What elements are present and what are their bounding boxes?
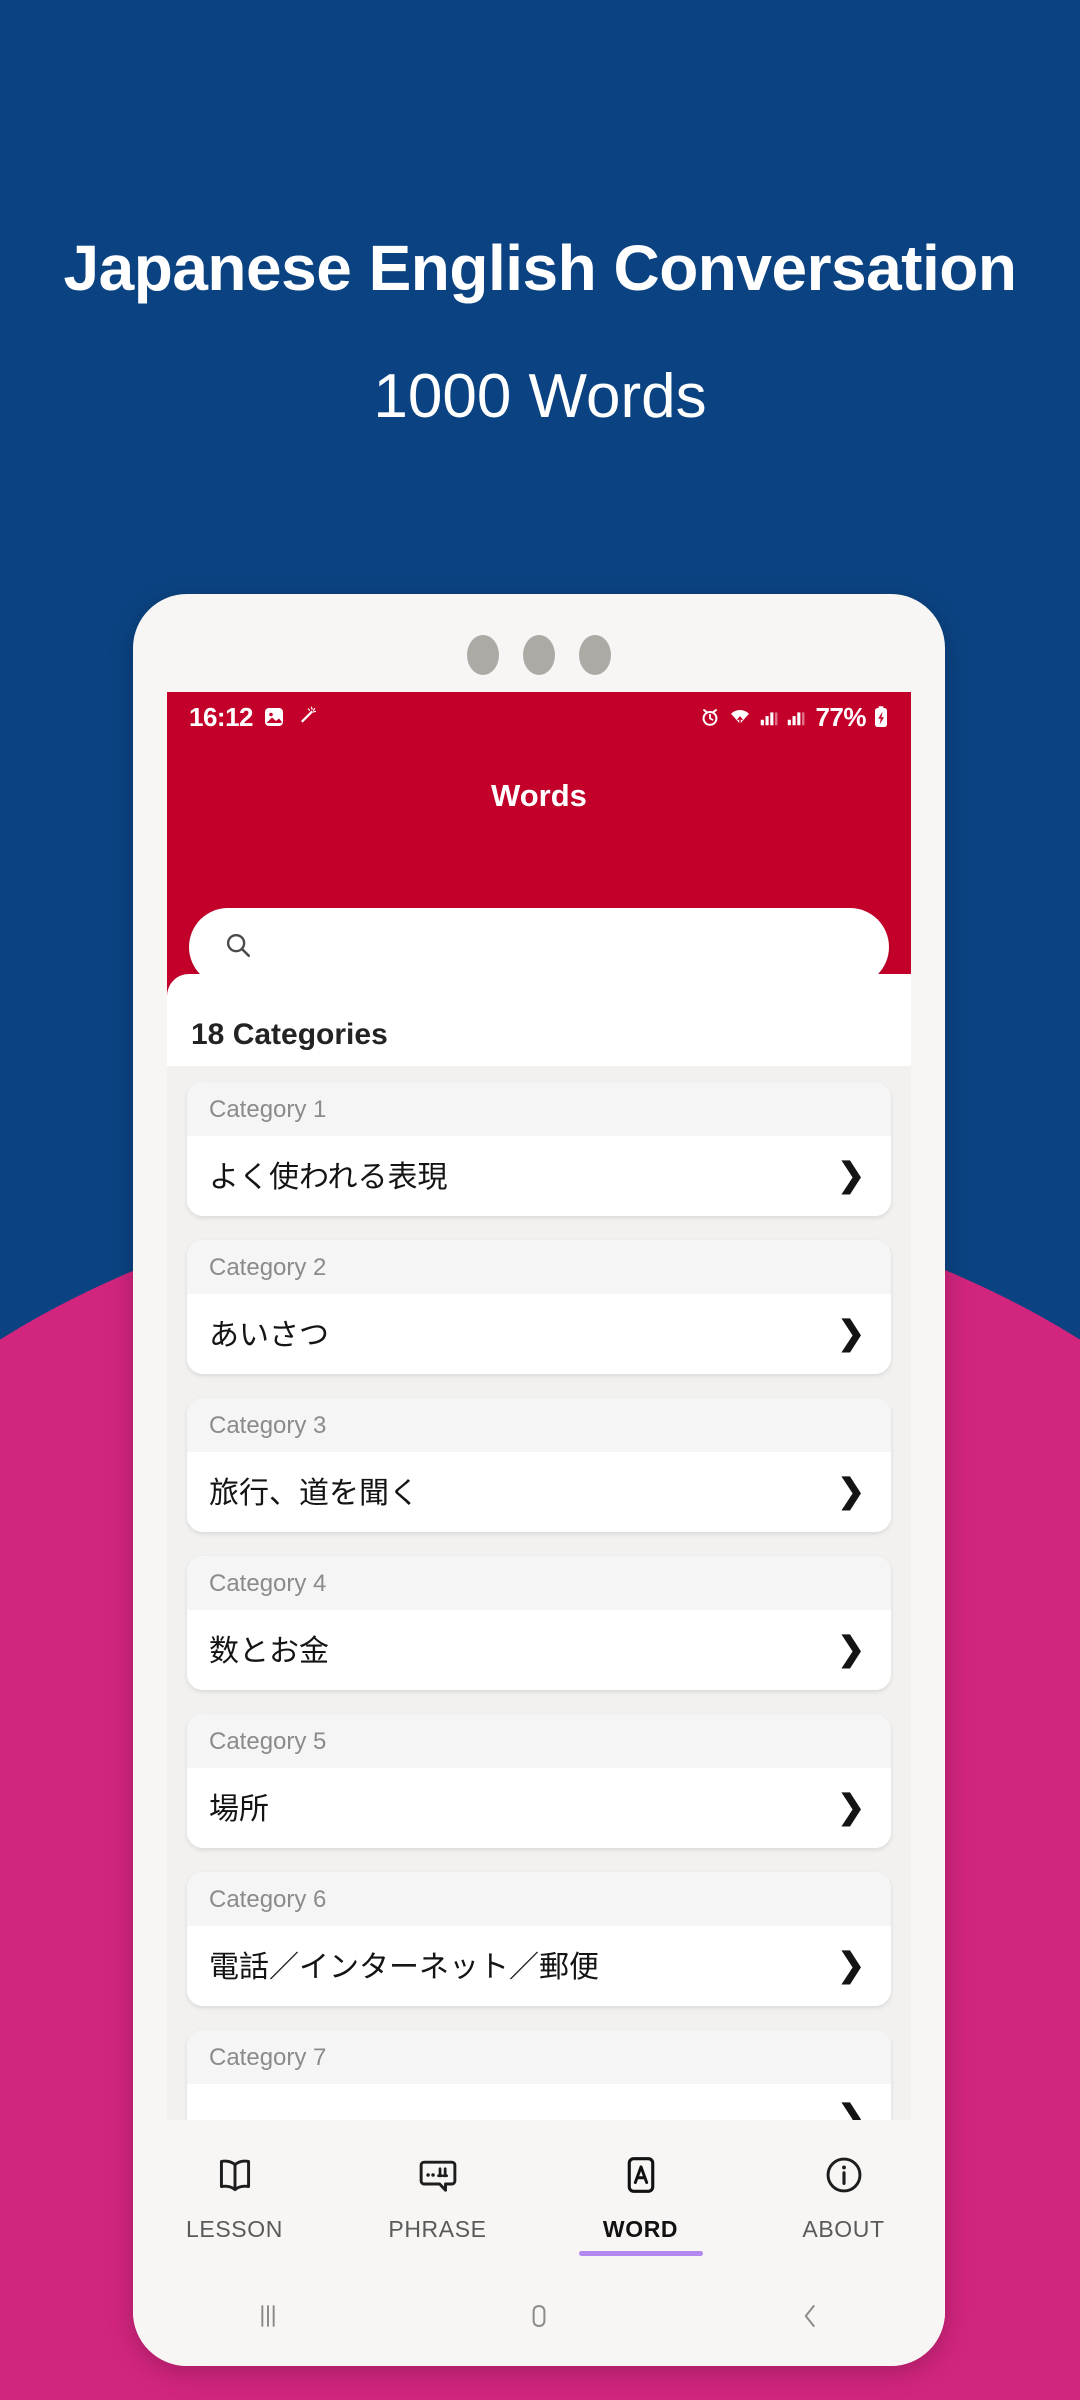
category-index-label: Category 7 [187, 2030, 891, 2084]
recents-icon [251, 2299, 285, 2338]
status-time: 16:12 [189, 701, 254, 732]
home-icon [522, 2299, 556, 2338]
android-system-nav [133, 2270, 945, 2366]
list-item[interactable]: Category 6 電話／インターネット／郵便 ❯ [187, 1872, 891, 2006]
category-index-label: Category 2 [187, 1240, 891, 1294]
list-item[interactable]: Category 4 数とお金 ❯ [187, 1556, 891, 1690]
category-index-label: Category 4 [187, 1556, 891, 1610]
category-name: 旅行、道を聞く [209, 1476, 419, 1511]
categories-list[interactable]: Category 1 よく使われる表現 ❯ Category 2 あいさつ ❯ … [167, 1066, 911, 2220]
chevron-right-icon: ❯ [837, 1945, 865, 1983]
bottom-tab-bar: LESSON PHRASE WORD ABOUT [133, 2120, 945, 2270]
chevron-right-icon: ❯ [837, 1155, 865, 1193]
nav-recents-button[interactable] [133, 2299, 404, 2338]
active-tab-indicator [578, 2251, 703, 2256]
list-item[interactable]: Category 2 あいさつ ❯ [187, 1240, 891, 1374]
phone-screen: 16:12 77% Words 18 Categories Category 1… [167, 692, 911, 2220]
categories-header-panel: 18 Categories [167, 974, 911, 1066]
search-icon [223, 930, 253, 965]
info-circle-icon [822, 2153, 866, 2202]
category-name: 数とお金 [209, 1634, 329, 1669]
nav-back-button[interactable] [674, 2299, 945, 2338]
tab-label: ABOUT [802, 2216, 885, 2242]
list-item[interactable]: Category 3 旅行、道を聞く ❯ [187, 1398, 891, 1532]
speaker-dot [467, 635, 499, 675]
search-input[interactable] [271, 931, 871, 963]
tab-about[interactable]: ABOUT [742, 2120, 945, 2270]
battery-percent: 77% [815, 701, 866, 732]
status-bar-left: 16:12 [189, 702, 319, 733]
category-index-label: Category 5 [187, 1714, 891, 1768]
category-name: 電話／インターネット／郵便 [209, 1950, 599, 1985]
speech-bubble-quote-icon [416, 2153, 460, 2202]
phone-speaker-dots [133, 634, 945, 676]
tab-lesson[interactable]: LESSON [133, 2120, 336, 2270]
app-bar-title: Words [491, 778, 587, 813]
list-item[interactable]: Category 1 よく使われる表現 ❯ [187, 1082, 891, 1216]
wifi-icon [728, 706, 752, 728]
back-icon [793, 2299, 827, 2338]
promo-screenshot: Japanese English Conversation 1000 Words… [0, 0, 1080, 2400]
category-row[interactable]: よく使われる表現 ❯ [187, 1136, 891, 1216]
magic-wand-icon [295, 705, 319, 729]
category-name: 場所 [209, 1792, 269, 1827]
open-book-icon [213, 2153, 257, 2202]
battery-charging-icon [873, 705, 889, 729]
signal-sim1-icon [759, 706, 779, 728]
nav-home-button[interactable] [404, 2299, 675, 2338]
phone-mockup: 16:12 77% Words 18 Categories Category 1… [133, 594, 945, 2366]
category-row[interactable]: あいさつ ❯ [187, 1294, 891, 1374]
category-row[interactable]: 電話／インターネット／郵便 ❯ [187, 1926, 891, 2006]
status-bar: 16:12 77% [167, 692, 911, 742]
screenshot-icon [262, 705, 286, 729]
category-name: よく使われる表現 [209, 1160, 448, 1195]
page-title: Japanese English Conversation [63, 232, 1017, 304]
category-index-label: Category 6 [187, 1872, 891, 1926]
tab-word[interactable]: WORD [539, 2120, 742, 2270]
category-row[interactable]: 旅行、道を聞く ❯ [187, 1452, 891, 1532]
tab-label: PHRASE [388, 2216, 487, 2242]
alarm-icon [699, 706, 721, 728]
category-row[interactable]: 場所 ❯ [187, 1768, 891, 1848]
category-row[interactable]: 数とお金 ❯ [187, 1610, 891, 1690]
chevron-right-icon: ❯ [837, 1629, 865, 1667]
letter-a-card-icon [619, 2153, 663, 2202]
category-index-label: Category 3 [187, 1398, 891, 1452]
chevron-right-icon: ❯ [837, 1787, 865, 1825]
categories-count-label: 18 Categories [191, 1018, 388, 1051]
tab-phrase[interactable]: PHRASE [336, 2120, 539, 2270]
tab-label: WORD [602, 2216, 679, 2242]
tab-label: LESSON [186, 2216, 283, 2242]
category-name: あいさつ [209, 1318, 329, 1353]
signal-sim2-icon [786, 706, 806, 728]
speaker-dot [523, 635, 555, 675]
category-index-label: Category 1 [187, 1082, 891, 1136]
chevron-right-icon: ❯ [837, 1313, 865, 1351]
status-bar-right: 77% [699, 702, 889, 733]
page-subtitle: 1000 Words [373, 362, 707, 431]
list-item[interactable]: Category 5 場所 ❯ [187, 1714, 891, 1848]
chevron-right-icon: ❯ [837, 1471, 865, 1509]
speaker-dot [579, 635, 611, 675]
